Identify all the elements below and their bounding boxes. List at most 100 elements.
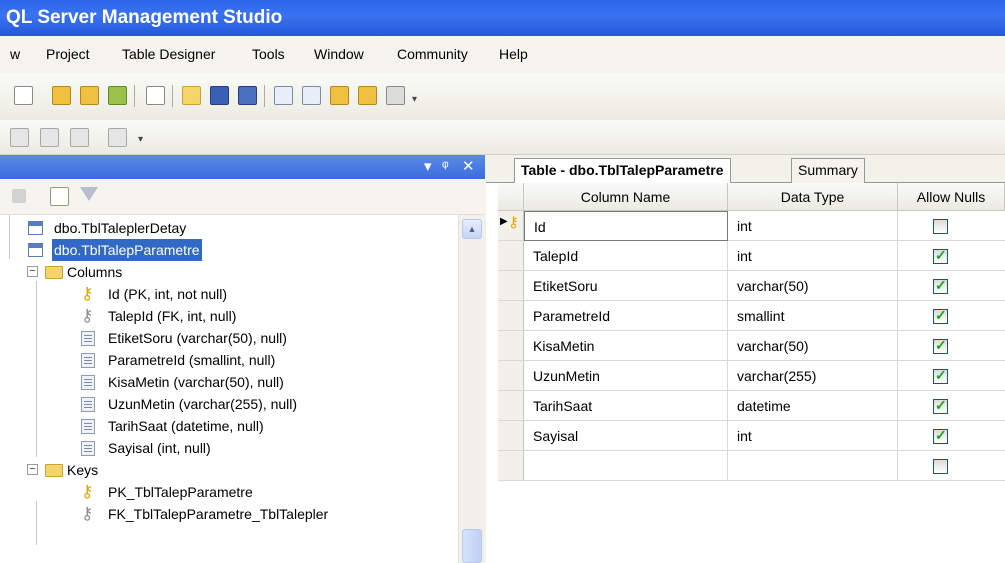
results-file-icon[interactable] <box>108 128 127 147</box>
foreign-key-icon: ⚷ <box>81 504 94 523</box>
menu-tools[interactable]: Tools <box>252 46 285 62</box>
tree-item-column[interactable]: ParametreId (smallint, null) <box>0 349 458 371</box>
column-name-cell[interactable]: Id <box>524 211 728 241</box>
column-name-cell[interactable] <box>524 451 728 481</box>
data-type-cell[interactable]: datetime <box>728 391 898 421</box>
auto-hide-pin-icon[interactable]: ᵠ <box>442 157 449 177</box>
allow-nulls-checkbox[interactable] <box>933 427 948 444</box>
data-type-cell[interactable]: varchar(255) <box>728 361 898 391</box>
template-explorer-icon[interactable] <box>330 86 349 105</box>
column-name-cell[interactable]: TarihSaat <box>524 391 728 421</box>
menu-help[interactable]: Help <box>499 46 528 62</box>
tree-item-column[interactable]: ⚷ TalepId (FK, int, null) <box>0 305 458 327</box>
column-grid: Column Name Data Type Allow Nulls ▶ ⚷ Id… <box>486 183 1005 563</box>
foreign-key-icon: ⚷ <box>81 306 94 325</box>
column-name-cell[interactable]: TalepId <box>524 241 728 271</box>
column-name-cell[interactable]: UzunMetin <box>524 361 728 391</box>
row-selector[interactable] <box>498 421 524 451</box>
column-name-cell[interactable]: EtiketSoru <box>524 271 728 301</box>
data-type-cell[interactable]: varchar(50) <box>728 271 898 301</box>
object-explorer-icon[interactable] <box>302 86 321 105</box>
data-type-cell[interactable]: varchar(50) <box>728 331 898 361</box>
tree-item-column[interactable]: ⚷ Id (PK, int, not null) <box>0 283 458 305</box>
results-xml-icon[interactable] <box>70 128 89 147</box>
allow-nulls-checkbox[interactable] <box>933 307 948 324</box>
window-position-icon[interactable]: ▾ <box>424 157 432 177</box>
toolbar2-options-icon[interactable]: ▾ <box>138 134 143 145</box>
row-selector[interactable] <box>498 331 524 361</box>
open-folder-icon[interactable] <box>182 86 201 105</box>
row-selector[interactable] <box>498 271 524 301</box>
results-text-icon[interactable] <box>10 128 29 147</box>
column-name-cell[interactable]: ParametreId <box>524 301 728 331</box>
data-type-cell[interactable] <box>728 451 898 481</box>
registered-servers-icon[interactable] <box>274 86 293 105</box>
tree-item-table-selected[interactable]: dbo.TblTalepParametre <box>0 239 458 261</box>
allow-nulls-checkbox[interactable] <box>933 367 948 384</box>
menu-community[interactable]: Community <box>397 46 468 62</box>
table-icon <box>28 243 43 257</box>
collapse-icon[interactable]: − <box>27 266 38 277</box>
data-type-cell[interactable]: smallint <box>728 301 898 331</box>
tree-item-column[interactable]: UzunMetin (varchar(255), null) <box>0 393 458 415</box>
toolbar-separator <box>264 85 265 107</box>
allow-nulls-header[interactable]: Allow Nulls <box>898 183 1005 211</box>
dmx-query-icon[interactable] <box>80 86 99 105</box>
data-type-cell[interactable]: int <box>728 421 898 451</box>
scroll-up-icon[interactable]: ▲ <box>462 219 482 239</box>
allow-nulls-checkbox[interactable] <box>933 397 948 414</box>
menu-table-designer[interactable]: Table Designer <box>122 46 215 62</box>
column-name-cell[interactable]: Sayisal <box>524 421 728 451</box>
save-all-icon[interactable] <box>238 86 257 105</box>
collapse-icon[interactable]: − <box>27 464 38 475</box>
tree-scrollbar[interactable]: ▲ <box>458 215 485 563</box>
row-selector[interactable] <box>498 241 524 271</box>
tree-item-column[interactable]: Sayisal (int, null) <box>0 437 458 459</box>
tree-item-key[interactable]: ⚷ FK_TblTalepParametre_TblTalepler <box>0 503 458 525</box>
tree-item-column[interactable]: KisaMetin (varchar(50), null) <box>0 371 458 393</box>
tree-item-columns-folder[interactable]: − Columns <box>0 261 458 283</box>
tree-item-column[interactable]: TarihSaat (datetime, null) <box>0 415 458 437</box>
filter-icon[interactable] <box>80 187 98 201</box>
data-type-cell[interactable]: int <box>728 241 898 271</box>
allow-nulls-checkbox[interactable] <box>933 337 948 354</box>
column-name-cell[interactable]: KisaMetin <box>524 331 728 361</box>
tab-table-design[interactable]: Table - dbo.TblTalepParametre <box>514 158 731 184</box>
mdx-query-icon[interactable] <box>52 86 71 105</box>
properties-icon[interactable] <box>386 86 405 105</box>
tree-item-label: Columns <box>67 264 123 280</box>
data-type-cell[interactable]: int <box>728 211 898 241</box>
tree-item-keys-folder[interactable]: − Keys <box>0 459 458 481</box>
data-type-header[interactable]: Data Type <box>728 183 898 211</box>
allow-nulls-checkbox[interactable] <box>933 277 948 294</box>
allow-nulls-checkbox[interactable] <box>933 247 948 264</box>
close-icon[interactable]: ✕ <box>462 157 475 177</box>
primary-key-icon: ⚷ <box>81 284 94 303</box>
column-name-header[interactable]: Column Name <box>524 183 728 211</box>
row-selector[interactable]: ▶ ⚷ <box>498 211 524 241</box>
tree-item-key[interactable]: ⚷ PK_TblTalepParametre <box>0 481 458 503</box>
new-file-icon[interactable] <box>14 86 33 105</box>
tab-summary[interactable]: Summary <box>791 158 865 183</box>
toolbar-options-icon[interactable]: ▾ <box>412 94 417 105</box>
solution-explorer-icon[interactable] <box>358 86 377 105</box>
new-query-icon[interactable] <box>146 86 165 105</box>
tree-item-table[interactable]: dbo.TblTaleplerDetay <box>0 217 458 239</box>
menu-window[interactable]: Window <box>314 46 364 62</box>
menu-project[interactable]: Project <box>46 46 90 62</box>
stop-icon[interactable] <box>12 189 26 203</box>
tree-item-column[interactable]: EtiketSoru (varchar(50), null) <box>0 327 458 349</box>
save-icon[interactable] <box>210 86 229 105</box>
xmla-query-icon[interactable] <box>108 86 127 105</box>
scroll-thumb[interactable] <box>462 529 482 563</box>
row-selector[interactable] <box>498 391 524 421</box>
menu-view[interactable]: w <box>10 46 20 62</box>
row-selector[interactable] <box>498 301 524 331</box>
column-icon <box>81 397 95 412</box>
allow-nulls-checkbox[interactable] <box>933 459 948 474</box>
row-selector[interactable] <box>498 361 524 391</box>
row-selector[interactable] <box>498 451 524 481</box>
results-grid-icon[interactable] <box>40 128 59 147</box>
allow-nulls-checkbox[interactable] <box>933 219 948 234</box>
refresh-icon[interactable] <box>50 187 69 206</box>
